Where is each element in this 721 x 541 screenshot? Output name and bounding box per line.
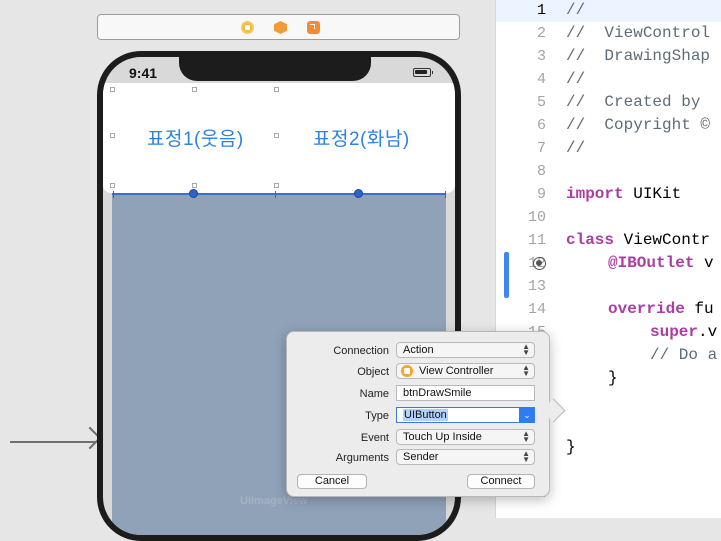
line-number: 10 bbox=[527, 209, 546, 226]
connection-value: Action bbox=[403, 344, 434, 356]
object-label: Object bbox=[357, 366, 389, 378]
constraint-handle[interactable] bbox=[189, 189, 198, 198]
line-number: 11 bbox=[527, 232, 546, 249]
first-responder-icon[interactable] bbox=[274, 21, 287, 34]
code-line[interactable]: // Do a bbox=[650, 346, 717, 364]
code-text: // Do a bbox=[650, 346, 718, 364]
code-text: UIKit bbox=[623, 185, 682, 203]
code-line[interactable]: import UIKit bbox=[566, 185, 681, 203]
connect-button[interactable]: Connect bbox=[467, 474, 535, 489]
event-value: Touch Up Inside bbox=[403, 431, 482, 443]
code-text: } bbox=[608, 369, 618, 387]
code-line[interactable]: } bbox=[566, 438, 576, 456]
object-value: View Controller bbox=[419, 365, 494, 377]
battery-icon bbox=[413, 68, 433, 77]
line-number: 14 bbox=[527, 301, 546, 318]
exit-icon[interactable] bbox=[307, 21, 320, 34]
smile-button[interactable]: 표정1(웃음) bbox=[147, 124, 244, 151]
code-line[interactable]: super.v bbox=[650, 323, 717, 341]
scene-dock bbox=[97, 14, 460, 40]
code-text: .v bbox=[698, 323, 718, 341]
line-number: 3 bbox=[536, 48, 546, 65]
view-controller-icon[interactable] bbox=[241, 21, 254, 34]
event-select[interactable]: Touch Up Inside ▲ ▼ bbox=[396, 429, 535, 445]
constraint-tick bbox=[113, 191, 114, 198]
code-text: } bbox=[566, 438, 576, 456]
updown-icon: ▲ ▼ bbox=[522, 363, 530, 378]
constraint-handle[interactable] bbox=[354, 189, 363, 198]
resize-handle[interactable] bbox=[274, 87, 279, 92]
object-select[interactable]: View Controller ▲ ▼ bbox=[396, 363, 535, 379]
code-text: ViewContr bbox=[614, 231, 711, 249]
type-value: UIButton bbox=[403, 409, 448, 421]
code-text: fu bbox=[684, 300, 714, 318]
view-controller-icon bbox=[401, 365, 413, 377]
constraint-tick bbox=[275, 191, 276, 198]
line-number: 7 bbox=[536, 140, 546, 157]
code-line[interactable]: override fu bbox=[608, 300, 714, 318]
code-line[interactable]: } bbox=[608, 369, 618, 387]
resize-handle[interactable] bbox=[110, 133, 115, 138]
resize-handle[interactable] bbox=[192, 183, 197, 188]
line-number: 13 bbox=[527, 278, 546, 295]
updown-icon: ▲ ▼ bbox=[522, 449, 530, 464]
code-line[interactable]: // ViewControl bbox=[566, 24, 710, 42]
connection-label: Connection bbox=[333, 345, 389, 357]
code-text: // Copyright © bbox=[566, 116, 711, 134]
button-container: 표정1(웃음) 표정2(화남) bbox=[103, 83, 455, 193]
name-input[interactable]: btnDrawSmile bbox=[396, 385, 535, 401]
connection-popover: Connection Action ▲ ▼ Object View Control… bbox=[286, 331, 566, 497]
code-line[interactable]: // Created by bbox=[566, 93, 700, 111]
constraint-tick bbox=[445, 191, 446, 198]
code-text: // bbox=[566, 70, 586, 88]
code-text: // ViewControl bbox=[566, 24, 711, 42]
updown-icon: ▲ ▼ bbox=[522, 342, 530, 357]
line-number: 1 bbox=[536, 2, 546, 19]
code-text: // bbox=[566, 139, 586, 157]
resize-handle[interactable] bbox=[274, 183, 279, 188]
code-line[interactable]: class ViewContr bbox=[566, 231, 710, 249]
code-line[interactable]: // DrawingShap bbox=[566, 47, 710, 65]
code-line[interactable]: // bbox=[566, 70, 585, 88]
resize-handle[interactable] bbox=[192, 87, 197, 92]
resize-handle[interactable] bbox=[110, 183, 115, 188]
code-keyword: import bbox=[566, 185, 624, 203]
type-combobox[interactable]: UIButton ⌄ bbox=[396, 407, 535, 423]
cancel-button[interactable]: Cancel bbox=[297, 474, 367, 489]
arguments-value: Sender bbox=[403, 451, 439, 463]
angry-button[interactable]: 표정2(화남) bbox=[313, 124, 410, 151]
code-line[interactable]: // bbox=[566, 1, 585, 19]
chevron-down-icon[interactable]: ⌄ bbox=[519, 407, 535, 423]
line-number: 2 bbox=[536, 25, 546, 42]
code-keyword: @IBOutlet bbox=[608, 254, 695, 272]
code-line[interactable]: // Copyright © bbox=[566, 116, 710, 134]
code-text: // DrawingShap bbox=[566, 47, 711, 65]
event-label: Event bbox=[360, 432, 389, 444]
arguments-label: Arguments bbox=[335, 452, 389, 464]
line-number: 9 bbox=[536, 186, 546, 203]
code-text: v bbox=[694, 254, 714, 272]
code-keyword: super bbox=[650, 323, 699, 341]
updown-icon: ▲ ▼ bbox=[522, 429, 530, 444]
line-number: 5 bbox=[536, 94, 546, 111]
device-notch bbox=[179, 57, 371, 81]
line-number: 6 bbox=[536, 117, 546, 134]
code-line[interactable]: @IBOutlet v bbox=[608, 254, 714, 272]
connection-select[interactable]: Action ▲ ▼ bbox=[396, 342, 535, 358]
resize-handle[interactable] bbox=[110, 87, 115, 92]
name-label: Name bbox=[359, 388, 389, 400]
entry-point-arrow[interactable] bbox=[10, 441, 96, 443]
resize-handle[interactable] bbox=[274, 133, 279, 138]
line-number: 4 bbox=[536, 71, 546, 88]
line-number: 8 bbox=[536, 163, 546, 180]
code-keyword: class bbox=[566, 231, 615, 249]
outlet-connection-icon[interactable] bbox=[533, 257, 546, 270]
code-text: // bbox=[566, 1, 586, 19]
arguments-select[interactable]: Sender ▲ ▼ bbox=[396, 449, 535, 465]
code-line[interactable]: // bbox=[566, 139, 585, 157]
code-keyword: override bbox=[608, 300, 685, 318]
type-label: Type bbox=[365, 410, 389, 422]
code-text: // Created by bbox=[566, 93, 701, 111]
status-time: 9:41 bbox=[129, 65, 158, 81]
